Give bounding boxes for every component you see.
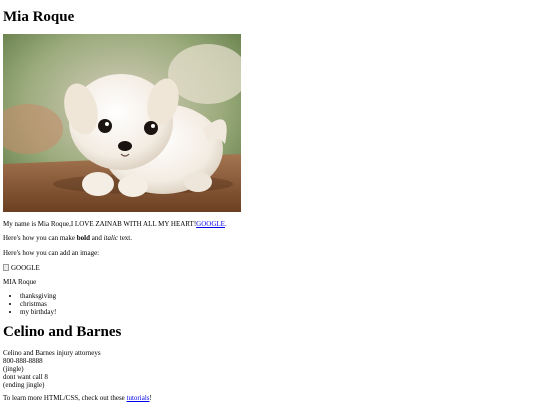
list-item: christmas	[20, 300, 56, 308]
formatting-before: Here's how you can make	[3, 234, 77, 242]
name-line: MIA Roque	[3, 278, 37, 286]
bold-word: bold	[76, 234, 90, 242]
intro-paragraph: My name is Mia Roque,I LOVE ZAINAB WITH …	[3, 220, 227, 228]
footer-before: To learn more HTML/CSS, check out these	[3, 394, 127, 402]
tutorials-link[interactable]: tutorials	[127, 394, 150, 402]
ad-line: (jingle)	[3, 365, 24, 373]
ad-line: dont want call 8	[3, 373, 48, 381]
intro-text: My name is Mia Roque,I LOVE ZAINAB WITH …	[3, 220, 197, 228]
footer-paragraph: To learn more HTML/CSS, check out these …	[3, 394, 152, 402]
list-item: my birthday!	[20, 308, 56, 316]
broken-image-paragraph: GOOGLE	[3, 264, 40, 272]
broken-image-icon	[3, 264, 9, 271]
list-item: thanksgiving	[20, 292, 56, 300]
ad-line: 800-888-8888	[3, 357, 43, 365]
page-title: Mia Roque	[3, 9, 75, 25]
ad-block: Celino and Barnes injury attorneys 800-8…	[3, 349, 101, 389]
broken-image-alt: GOOGLE	[11, 264, 40, 272]
ad-line: (ending jingle)	[3, 381, 45, 389]
intro-after: .	[224, 220, 227, 228]
formatting-paragraph: Here's how you can make bold and italic …	[3, 234, 132, 242]
formatting-after: text.	[118, 234, 132, 242]
footer-after: !	[149, 394, 152, 402]
image-howto-paragraph: Here's how you can add an image:	[3, 249, 100, 257]
formatting-middle: and	[90, 234, 104, 242]
puppy-illustration	[3, 34, 241, 212]
italic-word: italic	[103, 234, 118, 242]
ad-line: Celino and Barnes injury attorneys	[3, 349, 101, 357]
google-link[interactable]: GOOGLE	[196, 220, 225, 228]
puppy-photo	[3, 34, 241, 212]
holiday-list: thanksgiving christmas my birthday!	[3, 292, 56, 316]
section-title: Celino and Barnes	[3, 324, 122, 340]
